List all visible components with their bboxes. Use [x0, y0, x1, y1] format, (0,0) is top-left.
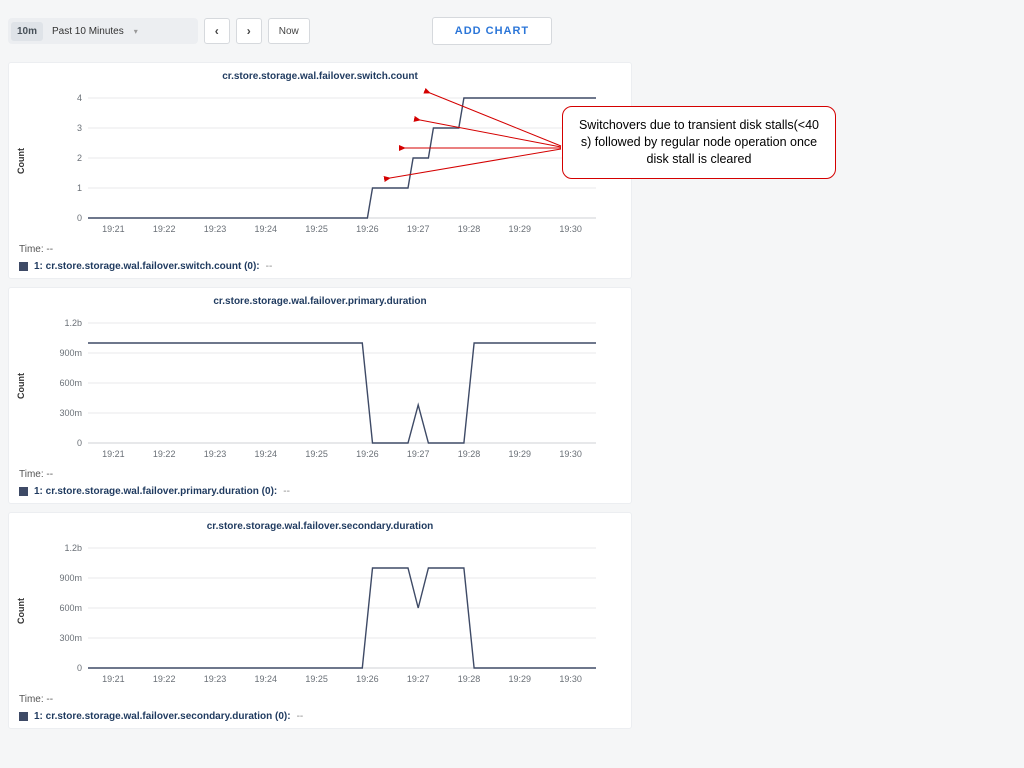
y-axis-label: Count: [15, 86, 27, 236]
svg-text:2: 2: [77, 153, 82, 163]
svg-text:4: 4: [77, 93, 82, 103]
svg-text:19:30: 19:30: [559, 224, 582, 234]
svg-text:19:21: 19:21: [102, 224, 125, 234]
chevron-down-icon: ▾: [134, 27, 138, 36]
svg-text:19:21: 19:21: [102, 449, 125, 459]
svg-text:19:30: 19:30: [559, 674, 582, 684]
legend-value: --: [297, 711, 304, 722]
svg-text:19:25: 19:25: [305, 224, 328, 234]
legend-swatch: [19, 712, 28, 721]
svg-text:19:30: 19:30: [559, 449, 582, 459]
svg-text:19:21: 19:21: [102, 674, 125, 684]
chart-plot[interactable]: 0 300m 600m 900m 1.2b 19:21 19:22 19:23 19:24 19:…: [27, 311, 625, 461]
svg-text:900m: 900m: [59, 573, 82, 583]
svg-text:1.2b: 1.2b: [64, 318, 82, 328]
svg-text:0: 0: [77, 213, 82, 223]
time-readout: Time: --: [15, 686, 625, 709]
legend-swatch: [19, 487, 28, 496]
svg-text:19:29: 19:29: [509, 449, 532, 459]
svg-text:19:25: 19:25: [305, 449, 328, 459]
svg-text:19:29: 19:29: [509, 674, 532, 684]
svg-text:19:27: 19:27: [407, 674, 430, 684]
time-readout: Time: --: [15, 461, 625, 484]
svg-text:19:24: 19:24: [255, 674, 278, 684]
svg-text:19:29: 19:29: [509, 224, 532, 234]
svg-text:19:27: 19:27: [407, 224, 430, 234]
svg-text:19:28: 19:28: [458, 224, 481, 234]
svg-text:19:22: 19:22: [153, 449, 176, 459]
svg-text:19:27: 19:27: [407, 449, 430, 459]
legend-row[interactable]: 1: cr.store.storage.wal.failover.primary…: [15, 484, 625, 499]
legend-label: 1: cr.store.storage.wal.failover.primary…: [34, 486, 277, 497]
prev-button[interactable]: ‹: [204, 18, 230, 44]
svg-text:600m: 600m: [59, 378, 82, 388]
svg-text:19:28: 19:28: [458, 674, 481, 684]
chart-title: cr.store.storage.wal.failover.secondary.…: [15, 519, 625, 536]
svg-text:19:26: 19:26: [356, 449, 379, 459]
svg-text:19:26: 19:26: [356, 674, 379, 684]
svg-text:19:23: 19:23: [204, 674, 227, 684]
legend-label: 1: cr.store.storage.wal.failover.switch.…: [34, 261, 260, 272]
svg-text:0: 0: [77, 438, 82, 448]
now-button[interactable]: Now: [268, 18, 310, 44]
legend-row[interactable]: 1: cr.store.storage.wal.failover.seconda…: [15, 709, 625, 724]
legend-value: --: [266, 261, 273, 272]
svg-text:300m: 300m: [59, 408, 82, 418]
chevron-left-icon: ‹: [215, 24, 219, 38]
chart-panel: cr.store.storage.wal.failover.primary.du…: [8, 287, 632, 504]
svg-text:3: 3: [77, 123, 82, 133]
svg-text:1.2b: 1.2b: [64, 543, 82, 553]
svg-text:19:28: 19:28: [458, 449, 481, 459]
svg-text:19:23: 19:23: [204, 224, 227, 234]
chart-title: cr.store.storage.wal.failover.switch.cou…: [15, 69, 625, 86]
y-axis-label: Count: [15, 311, 27, 461]
svg-text:600m: 600m: [59, 603, 82, 613]
chart-plot[interactable]: 0 300m 600m 900m 1.2b 19:21 19:22 19:23 19:24 19:…: [27, 536, 625, 686]
legend-value: --: [283, 486, 290, 497]
range-badge: 10m: [11, 22, 43, 41]
add-chart-button[interactable]: ADD CHART: [432, 17, 552, 45]
chart-title: cr.store.storage.wal.failover.primary.du…: [15, 294, 625, 311]
svg-text:300m: 300m: [59, 633, 82, 643]
svg-text:19:22: 19:22: [153, 224, 176, 234]
svg-text:1: 1: [77, 183, 82, 193]
chart-plot[interactable]: 0 1 2 3 4 19:21 19:22 19:23 19:24 19:25 19:26 19:27…: [27, 86, 625, 236]
chart-panel: cr.store.storage.wal.failover.switch.cou…: [8, 62, 632, 279]
next-button[interactable]: ›: [236, 18, 262, 44]
svg-text:19:22: 19:22: [153, 674, 176, 684]
chart-panel: cr.store.storage.wal.failover.secondary.…: [8, 512, 632, 729]
legend-swatch: [19, 262, 28, 271]
svg-text:19:26: 19:26: [356, 224, 379, 234]
annotation-callout: Switchovers due to transient disk stalls…: [562, 106, 836, 179]
svg-text:19:25: 19:25: [305, 674, 328, 684]
chevron-right-icon: ›: [247, 24, 251, 38]
y-axis-label: Count: [15, 536, 27, 686]
main-content: 10m Past 10 Minutes ▾ ‹ › Now ADD CHART …: [0, 0, 640, 768]
legend-row[interactable]: 1: cr.store.storage.wal.failover.switch.…: [15, 259, 625, 274]
range-label: Past 10 Minutes ▾: [46, 26, 198, 37]
toolbar: 10m Past 10 Minutes ▾ ‹ › Now ADD CHART: [0, 0, 640, 54]
svg-text:19:24: 19:24: [255, 224, 278, 234]
svg-text:19:24: 19:24: [255, 449, 278, 459]
legend-label: 1: cr.store.storage.wal.failover.seconda…: [34, 711, 291, 722]
svg-text:19:23: 19:23: [204, 449, 227, 459]
svg-text:0: 0: [77, 663, 82, 673]
time-readout: Time: --: [15, 236, 625, 259]
time-range-selector[interactable]: 10m Past 10 Minutes ▾: [8, 18, 198, 44]
svg-text:900m: 900m: [59, 348, 82, 358]
